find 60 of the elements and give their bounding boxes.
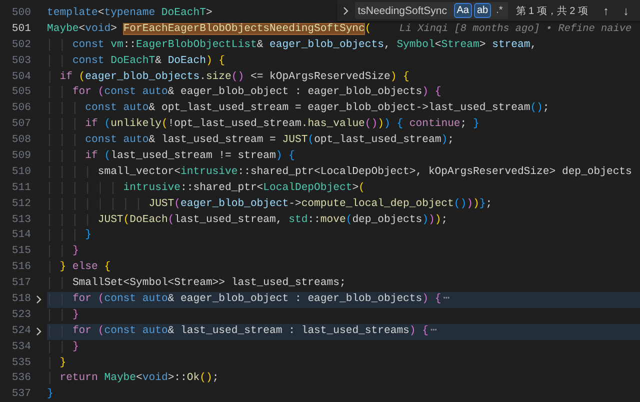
code-line: for (const auto& eager_blob_object : eager_blob_objects) { xyxy=(47,292,442,308)
fold-ellipsis[interactable]: ⋯ xyxy=(430,324,437,340)
line-number: 508 xyxy=(10,133,31,148)
match-nav-button[interactable]: ↑ xyxy=(598,4,614,18)
code-line: } xyxy=(47,387,54,402)
code-line: for (const auto& eager_blob_object : eager_blob_objects) { xyxy=(47,85,442,102)
chevron-right-icon[interactable] xyxy=(340,6,351,16)
fold-ellipsis[interactable]: ⋯ xyxy=(443,292,450,308)
code-line: small_vector<intrusive::shared_ptr<LocalDepObject>, kOpArgsReservedSize> dep_objects xyxy=(47,164,632,181)
code-line: if (eager_blob_objects.size() <= kOpArgsReservedSize) { xyxy=(47,70,410,86)
line-number: 515 xyxy=(10,244,31,260)
line-number: 518 xyxy=(10,292,31,308)
line-number: 511 xyxy=(10,180,31,196)
line-number: 534 xyxy=(10,340,31,355)
line-number: 512 xyxy=(10,196,31,212)
chevron-right-icon[interactable] xyxy=(36,327,42,336)
code-line: template<typename DoEachT> xyxy=(47,6,212,21)
code-line: const auto& last_used_stream = JUST(opt_last_used_stream); xyxy=(47,133,454,150)
match-count: 第 1 项，共 2 项 xyxy=(516,4,588,18)
line-number: 507 xyxy=(10,117,31,132)
code-line: JUST(DoEach(last_used_stream, std::move(dep_objects))); xyxy=(47,212,448,228)
code-line: SmallSet<Symbol<Stream>> last_used_streams; xyxy=(47,276,346,292)
code-line: JUST(eager_blob_object->compute_local_dep_object()))}; xyxy=(47,196,492,213)
line-number: 535 xyxy=(10,356,31,371)
line-number: 537 xyxy=(10,387,31,402)
line-number: 524 xyxy=(10,324,31,339)
search-option-toggle[interactable]: Aa xyxy=(454,3,472,18)
code-line: const vm::EagerBlobObjectList& eager_blob_objects, Symbol<Stream> stream, xyxy=(47,38,537,54)
blame-annotation: Li Xinqi [8 months ago] • Refine naive xyxy=(399,22,632,37)
code-line: } else { xyxy=(47,260,111,276)
line-number: 501 xyxy=(10,22,31,37)
line-number: 509 xyxy=(10,149,31,164)
line-number: 536 xyxy=(10,371,31,386)
match-nav-button[interactable]: ↓ xyxy=(618,4,634,18)
line-number: 517 xyxy=(10,276,31,292)
code-line: const DoEachT& DoEach) { xyxy=(47,54,226,70)
code-line: Maybe<void> ForEachEagerBlobObjectsNeedingSoftSync( xyxy=(47,22,372,37)
line-number: 504 xyxy=(10,70,31,85)
code-line: intrusive::shared_ptr<LocalDepObject>( xyxy=(47,180,365,197)
line-number: 500 xyxy=(10,6,31,21)
code-line: for (const auto& last_used_stream : last_used_streams) { xyxy=(47,324,428,340)
line-number: 514 xyxy=(10,228,31,244)
line-number: 503 xyxy=(10,54,31,69)
line-number: 513 xyxy=(10,212,31,228)
chevron-right-icon[interactable] xyxy=(36,295,42,304)
line-number: 502 xyxy=(10,38,31,53)
code-line: } xyxy=(47,356,66,372)
code-line: } xyxy=(47,308,79,324)
search-option-toggle[interactable]: ab xyxy=(474,3,492,18)
search-option-toggle[interactable]: .* xyxy=(493,3,506,18)
line-number: 506 xyxy=(10,101,31,116)
line-number: 516 xyxy=(10,260,31,276)
code-line: const auto& opt_last_used_stream = eager_blob_object->last_used_stream(); xyxy=(47,101,550,118)
code-line: return Maybe<void>::Ok(); xyxy=(47,371,219,388)
line-number: 505 xyxy=(10,85,31,100)
line-number: 510 xyxy=(10,164,31,180)
code-line: if (unlikely(!opt_last_used_stream.has_value())) { continue; } xyxy=(47,117,480,134)
search-field[interactable]: tsNeedingSoftSync xyxy=(354,2,452,19)
line-number: 523 xyxy=(10,308,31,323)
code-line: if (last_used_stream != stream) { xyxy=(47,149,295,165)
